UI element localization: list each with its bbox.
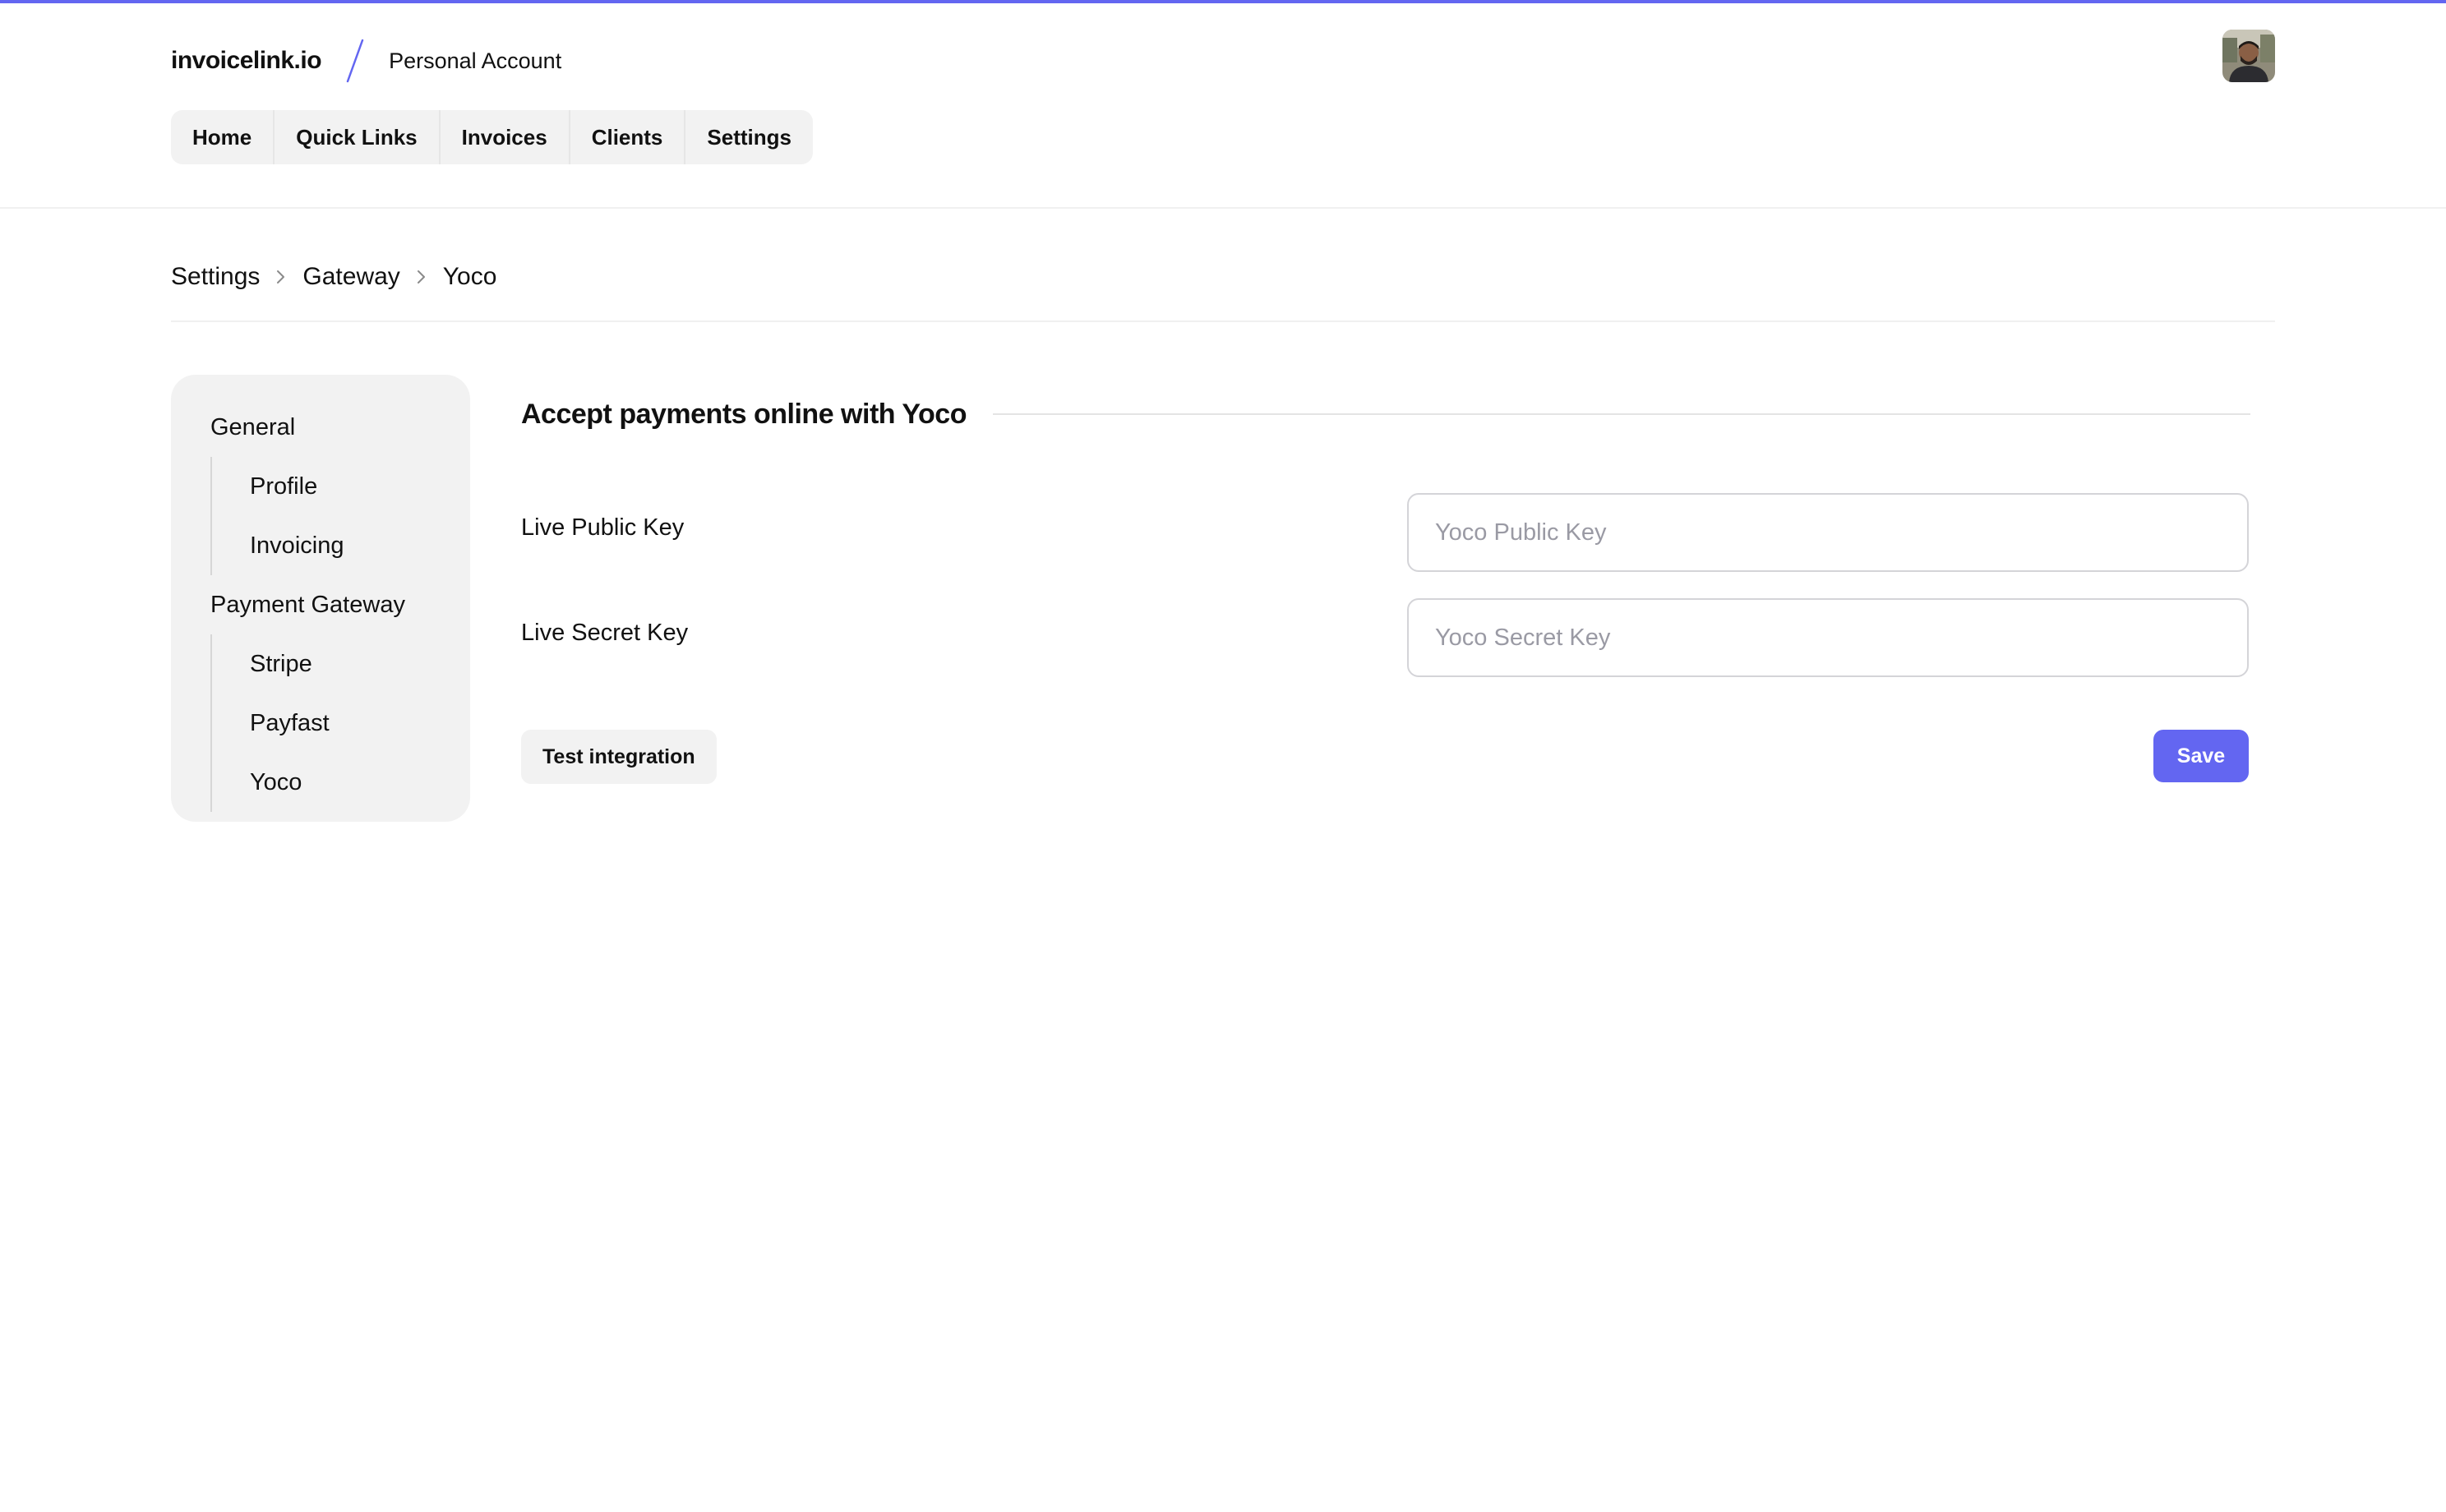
chevron-right-icon <box>400 260 443 293</box>
brand-row: invoicelink.io Personal Account <box>171 36 561 85</box>
nav-item-home[interactable]: Home <box>171 110 275 164</box>
section-divider <box>992 413 2250 415</box>
sidenav-item-stripe[interactable]: Stripe <box>212 634 470 694</box>
breadcrumb-divider <box>171 320 2275 322</box>
nav-item-settings[interactable]: Settings <box>685 110 813 164</box>
slash-icon <box>335 38 376 84</box>
section-title: Accept payments online with Yoco <box>521 398 967 430</box>
main-nav: Home Quick Links Invoices Clients Settin… <box>171 110 813 164</box>
breadcrumb: Settings Gateway Yoco <box>171 256 496 297</box>
nav-item-clients[interactable]: Clients <box>570 110 686 164</box>
brand-logo[interactable]: invoicelink.io <box>171 47 322 75</box>
sidenav-general-items: Profile Invoicing <box>210 457 470 575</box>
sidenav-item-yoco[interactable]: Yoco <box>212 753 470 812</box>
user-avatar[interactable] <box>2222 30 2275 82</box>
sidenav-group-payment-gateway[interactable]: Payment Gateway <box>210 575 470 634</box>
sidenav-item-invoicing[interactable]: Invoicing <box>212 516 470 575</box>
section-header: Accept payments online with Yoco <box>521 393 2250 436</box>
live-secret-key-input[interactable] <box>1407 598 2249 677</box>
live-secret-key-label: Live Secret Key <box>521 620 689 646</box>
sidenav-item-profile[interactable]: Profile <box>212 457 470 516</box>
breadcrumb-yoco[interactable]: Yoco <box>443 263 497 291</box>
settings-sidenav: General Profile Invoicing Payment Gatewa… <box>171 375 470 822</box>
breadcrumb-settings[interactable]: Settings <box>171 263 260 291</box>
live-public-key-input[interactable] <box>1407 493 2249 572</box>
sidenav-gateway-items: Stripe Payfast Yoco <box>210 634 470 812</box>
chevron-right-icon <box>260 260 302 293</box>
breadcrumb-gateway[interactable]: Gateway <box>302 263 399 291</box>
app-header: invoicelink.io Personal Account Home Qui… <box>0 3 2446 209</box>
live-public-key-label: Live Public Key <box>521 514 685 541</box>
nav-item-quick-links[interactable]: Quick Links <box>275 110 441 164</box>
sidenav-group-general[interactable]: General <box>210 398 470 457</box>
avatar-photo-icon <box>2222 30 2275 82</box>
test-integration-button[interactable]: Test integration <box>521 730 717 784</box>
account-switcher[interactable]: Personal Account <box>389 48 561 74</box>
nav-item-invoices[interactable]: Invoices <box>441 110 570 164</box>
sidenav-item-payfast[interactable]: Payfast <box>212 694 470 753</box>
save-button[interactable]: Save <box>2153 730 2249 782</box>
